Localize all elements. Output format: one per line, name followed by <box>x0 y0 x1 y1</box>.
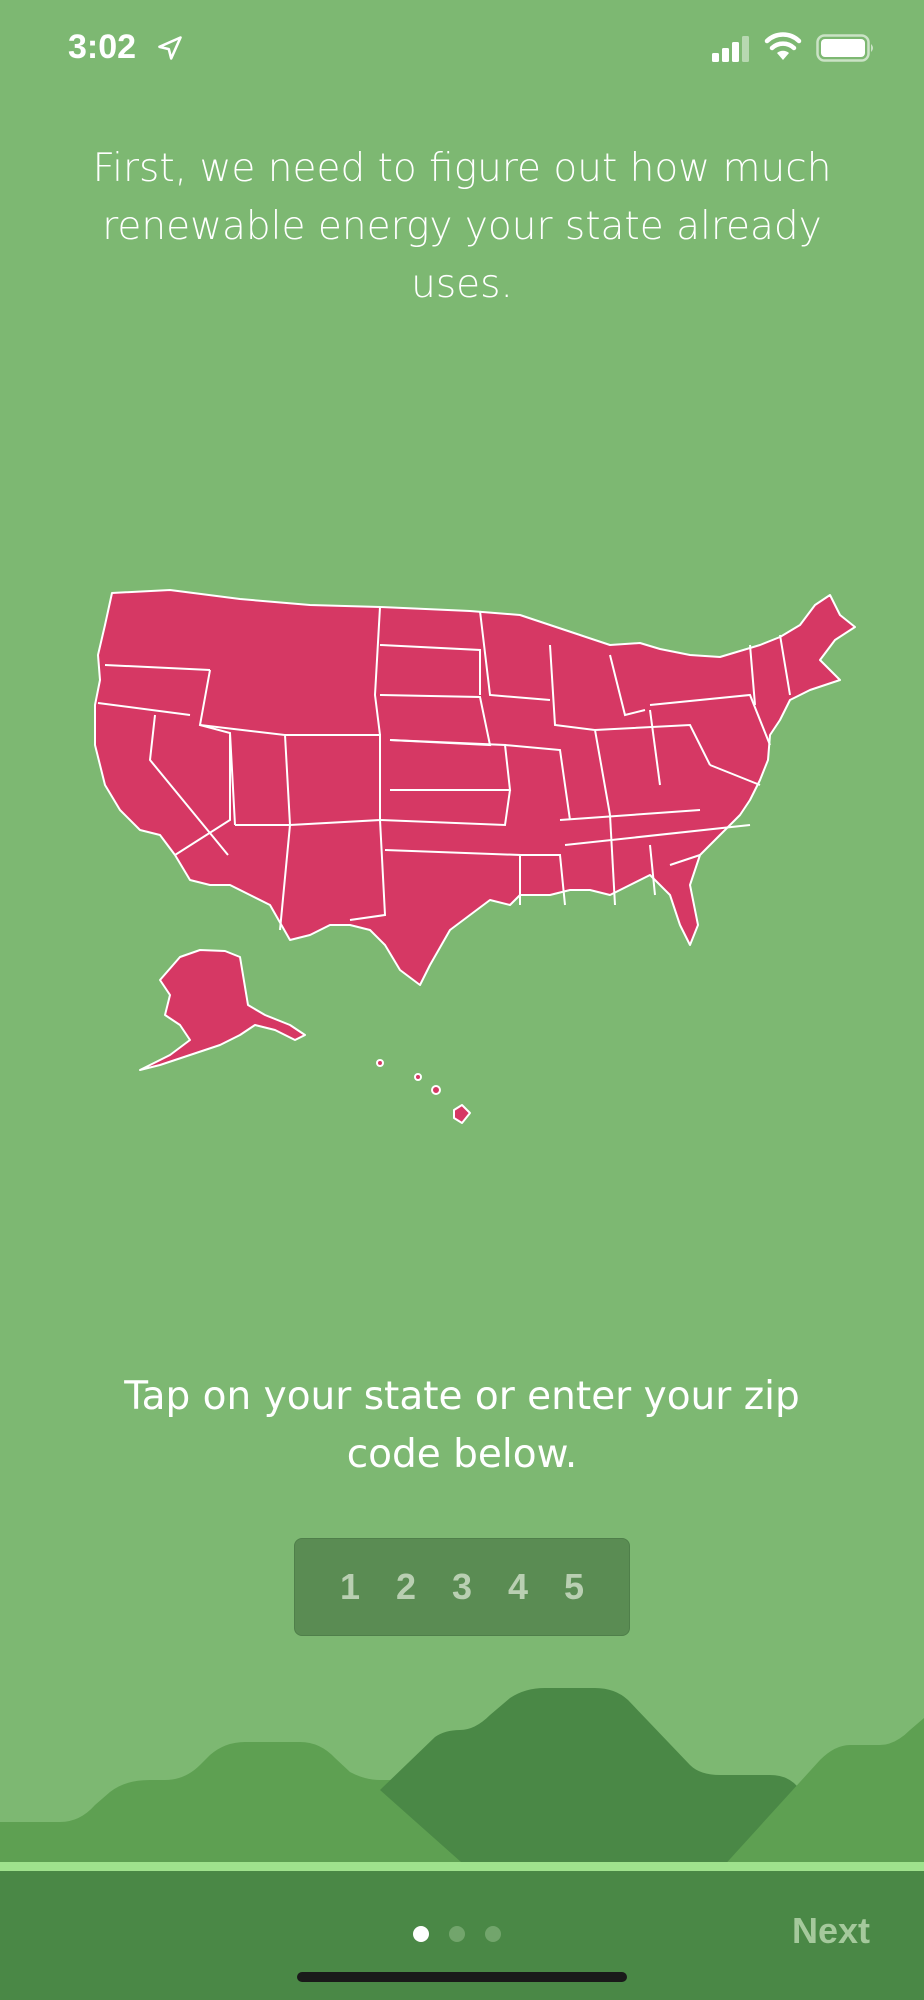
hawaii-island <box>376 1059 384 1067</box>
location-arrow-icon <box>158 36 182 60</box>
instruction-text: Tap on your state or enter your zip code… <box>124 1374 800 1477</box>
alaska-shape[interactable] <box>139 949 306 1071</box>
bottom-accent-line <box>0 1862 924 1871</box>
status-time: 3:02 <box>68 28 137 66</box>
home-indicator[interactable] <box>297 1972 627 1982</box>
hawaii-shape[interactable] <box>453 1104 471 1124</box>
hawaii-island <box>414 1073 422 1081</box>
page-indicator <box>413 1926 501 1942</box>
headline-text: First, we need to figure out how much re… <box>92 146 832 307</box>
zip-digit-placeholder: 5 <box>563 1566 585 1607</box>
zip-code-input[interactable]: 1 2 3 4 5 <box>294 1538 630 1636</box>
battery-icon <box>816 34 873 62</box>
page-dot-active <box>413 1926 429 1942</box>
zip-digit-placeholder: 3 <box>451 1566 473 1607</box>
hawaii-island <box>431 1085 441 1095</box>
zip-digit-placeholder: 1 <box>339 1566 361 1607</box>
page-dot <box>485 1926 501 1942</box>
status-bar: 3:02 <box>0 0 924 100</box>
next-button[interactable]: Next <box>792 1910 870 1952</box>
wifi-icon <box>764 32 802 60</box>
zip-digit-placeholder: 2 <box>395 1566 417 1607</box>
cellular-signal-icon <box>712 36 749 62</box>
zip-digit-placeholder: 4 <box>507 1566 529 1607</box>
us-state-map[interactable] <box>50 585 880 1135</box>
page-dot <box>449 1926 465 1942</box>
hills-illustration <box>0 1688 924 1870</box>
